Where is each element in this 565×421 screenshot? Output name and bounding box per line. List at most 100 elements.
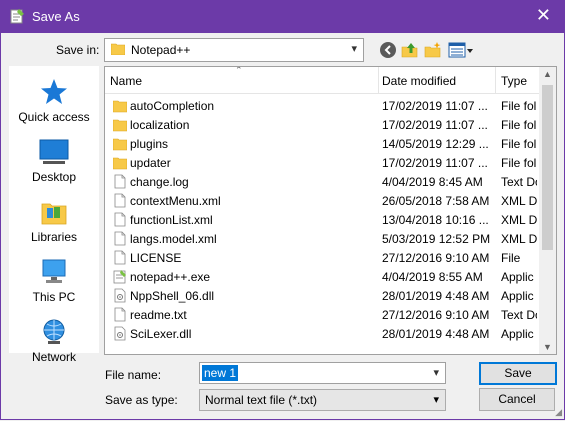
file-name-cell: langs.model.xml (130, 232, 217, 246)
file-row[interactable]: notepad++.exe 4/04/2019 8:55 AM Applic (105, 267, 537, 286)
file-name-cell: change.log (130, 175, 189, 189)
date-modified-cell: 17/02/2019 11:07 ... (382, 118, 488, 132)
file-row[interactable]: readme.txt 27/12/2016 9:10 AM Text Do (105, 305, 537, 324)
file-row[interactable]: contextMenu.xml 26/05/2018 7:58 AM XML D (105, 191, 537, 210)
network-icon (43, 319, 65, 344)
file-name-cell: autoCompletion (130, 99, 215, 113)
close-icon[interactable]: ✕ (536, 5, 551, 26)
save-as-type-value: Normal text file (*.txt) (205, 393, 318, 407)
place-desktop[interactable]: Desktop (9, 138, 99, 184)
date-modified-cell: 27/12/2016 9:10 AM (382, 251, 490, 265)
save-in-value: Notepad++ (131, 43, 191, 57)
file-name-cell: notepad++.exe (130, 270, 211, 284)
type-cell: XML D (501, 213, 537, 227)
file-icon (114, 212, 126, 227)
place-label: Quick access (18, 110, 90, 124)
column-date-modified[interactable]: Date modified (382, 74, 456, 88)
save-as-type-label: Save as type: (105, 393, 178, 407)
date-modified-cell: 26/05/2018 7:58 AM (382, 194, 490, 208)
view-menu-icon[interactable] (448, 41, 474, 59)
type-cell: File (501, 251, 521, 265)
save-button[interactable]: Save (479, 362, 557, 385)
file-row[interactable]: functionList.xml 13/04/2018 10:16 ... XML … (105, 210, 537, 229)
file-name-value[interactable]: new 1 (202, 365, 239, 381)
date-modified-cell: 17/02/2019 11:07 ... (382, 156, 488, 170)
column-type[interactable]: Type (501, 74, 527, 88)
file-row[interactable]: change.log 4/04/2019 8:45 AM Text Do (105, 172, 537, 191)
date-modified-cell: 14/05/2019 12:29 ... (382, 137, 489, 151)
save-as-type-dropdown[interactable]: Normal text file (*.txt) ▾ (199, 389, 446, 411)
date-modified-cell: 5/03/2019 12:52 PM (382, 232, 491, 246)
file-row[interactable]: autoCompletion 17/02/2019 11:07 ... File f… (105, 96, 537, 115)
column-name[interactable]: Name (110, 74, 142, 88)
file-icon (114, 174, 126, 189)
type-cell: Applic (501, 270, 534, 284)
place-label: Libraries (30, 230, 78, 244)
back-arrow-icon[interactable] (379, 41, 397, 59)
file-name-cell: contextMenu.xml (130, 194, 221, 208)
save-in-label: Save in: (56, 43, 100, 57)
place-label: This PC (32, 290, 76, 304)
folder-icon (113, 157, 127, 170)
place-network[interactable]: Network (9, 318, 99, 364)
dll-gear-icon (114, 326, 126, 341)
file-icon (114, 193, 126, 208)
file-name-cell: localization (130, 118, 190, 132)
file-list[interactable]: ⌃ Name Date modified Type autoCompletion… (104, 66, 557, 355)
file-row[interactable]: localization 17/02/2019 11:07 ... File fol (105, 115, 537, 134)
scroll-down-icon[interactable]: ▼ (543, 342, 552, 352)
folder-icon (113, 119, 127, 132)
date-modified-cell: 4/04/2019 8:55 AM (382, 270, 483, 284)
file-name-input[interactable]: new 1 ▾ (199, 362, 446, 384)
place-this-pc[interactable]: This PC (9, 258, 99, 304)
notepad-app-icon (10, 9, 24, 24)
file-row[interactable]: SciLexer.dll 28/01/2019 4:48 AM Applic (105, 324, 537, 343)
places-bar: Quick access Desktop Libraries This PC N… (9, 66, 99, 364)
cancel-button[interactable]: Cancel (479, 388, 555, 411)
type-cell: Applic (501, 327, 534, 341)
title-bar: Save As ✕ (0, 0, 565, 33)
place-label: Desktop (31, 170, 77, 184)
place-libraries[interactable]: Libraries (9, 198, 99, 244)
folder-icon (111, 43, 125, 55)
file-row[interactable]: langs.model.xml 5/03/2019 12:52 PM XML D (105, 229, 537, 248)
column-divider[interactable] (378, 67, 379, 93)
chevron-down-icon[interactable]: ▾ (433, 366, 439, 379)
computer-icon (42, 259, 66, 283)
chevron-down-icon[interactable]: ▾ (351, 42, 357, 55)
up-folder-icon[interactable] (401, 41, 419, 59)
file-row[interactable]: LICENSE 27/12/2016 9:10 AM File (105, 248, 537, 267)
file-row[interactable]: updater 17/02/2019 11:07 ... File fol (105, 153, 537, 172)
file-name-cell: plugins (130, 137, 169, 151)
vertical-scrollbar[interactable]: ▲ ▼ (539, 67, 556, 354)
libraries-icon (41, 203, 67, 225)
folder-icon (113, 100, 127, 113)
type-cell: XML D (501, 232, 537, 246)
file-icon (114, 250, 126, 265)
notepad-exe-icon (113, 270, 126, 284)
file-icon (114, 307, 126, 322)
file-name-label: File name: (105, 368, 162, 382)
save-in-dropdown[interactable]: Notepad++ ▾ (104, 38, 364, 62)
new-folder-icon[interactable] (424, 41, 442, 59)
star-icon (41, 79, 67, 104)
resize-grip-icon[interactable]: ◢ (555, 407, 562, 418)
file-icon (114, 231, 126, 246)
place-label: Network (31, 350, 76, 364)
column-divider[interactable] (495, 67, 496, 93)
type-cell: Text Do (501, 308, 537, 322)
chevron-down-icon[interactable]: ▾ (433, 393, 439, 406)
type-cell: File fol (501, 99, 537, 113)
scrollbar-thumb[interactable] (542, 85, 553, 250)
type-cell: File fol (501, 118, 537, 132)
date-modified-cell: 13/04/2018 10:16 ... (382, 213, 489, 227)
folder-icon (113, 138, 127, 151)
place-quick-access[interactable]: Quick access (9, 78, 99, 124)
file-name-cell: updater (130, 156, 171, 170)
file-row[interactable]: NppShell_06.dll 28/01/2019 4:48 AM Applic (105, 286, 537, 305)
window-title: Save As (32, 9, 80, 24)
type-cell: File fol (501, 137, 537, 151)
type-cell: XML D (501, 194, 537, 208)
scroll-up-icon[interactable]: ▲ (543, 69, 552, 79)
file-row[interactable]: plugins 14/05/2019 12:29 ... File fol (105, 134, 537, 153)
